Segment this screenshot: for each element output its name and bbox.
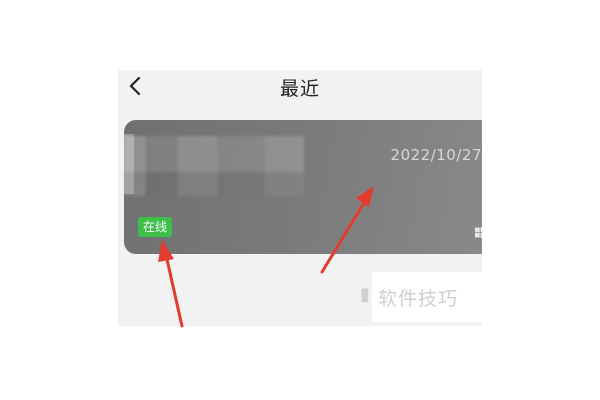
top-bar: 最近	[118, 70, 482, 104]
watermark: ▮ 软件技巧	[360, 272, 484, 322]
page-title: 最近	[279, 78, 320, 100]
watermark-text: 软件技巧	[378, 288, 459, 310]
device-card[interactable]: 2022/10/27 在线	[124, 120, 482, 254]
windows-icon	[475, 227, 482, 238]
last-login-date: 2022/10/27	[390, 146, 482, 164]
watermark-logo-icon: ▮	[360, 284, 370, 305]
status-badge: 在线	[138, 217, 173, 237]
device-name-blurred	[124, 136, 304, 196]
